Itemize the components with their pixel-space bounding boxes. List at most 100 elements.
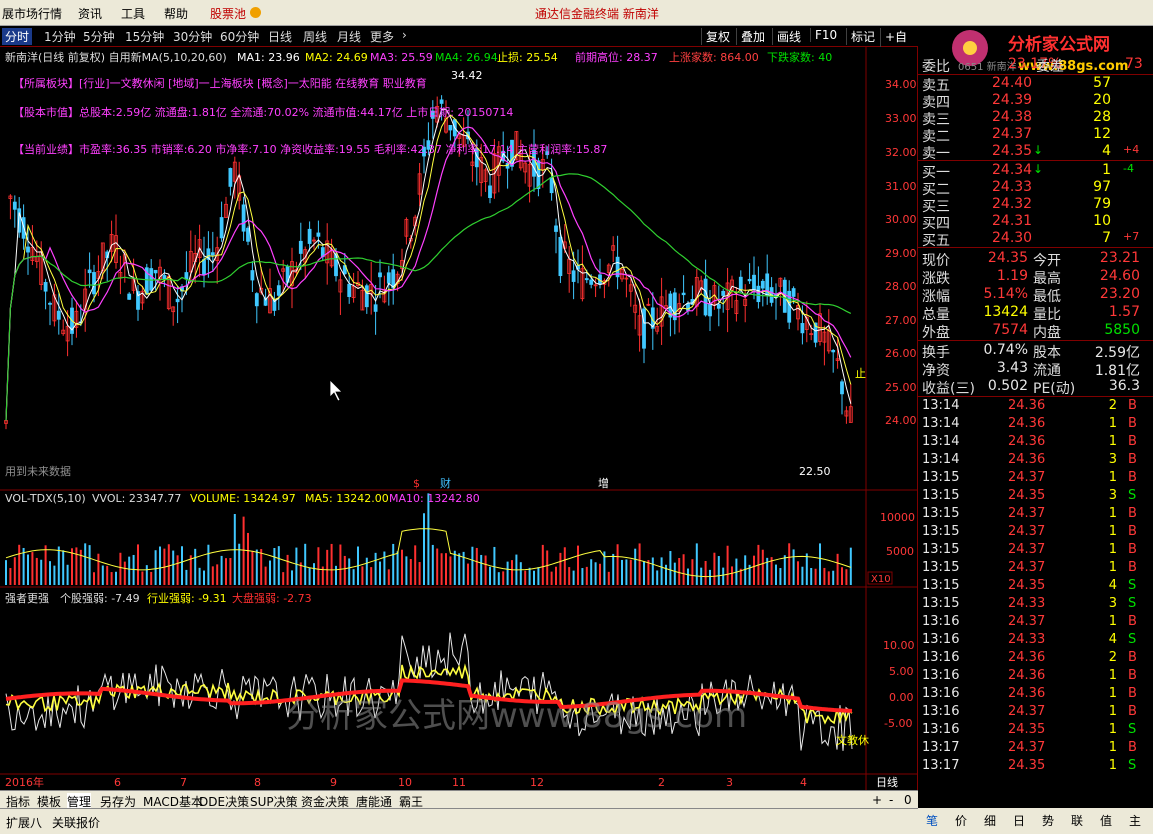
tick-row[interactable]: 13:14 24.36 2 B	[918, 398, 1153, 416]
bid-row[interactable]: 买三 24.32 79	[918, 196, 1153, 215]
ask-row[interactable]: 卖二 24.37 12	[918, 126, 1153, 145]
ask-row[interactable]: 卖一 24.35 ↓ 4 +4	[918, 143, 1153, 162]
tick-side: S	[1128, 488, 1137, 503]
tab-monthly[interactable]: 月线	[337, 28, 361, 45]
candle-body	[386, 272, 391, 284]
x-tick: 3	[726, 776, 733, 789]
x-tick: 4	[800, 776, 807, 789]
tab-1min[interactable]: 1分钟	[44, 28, 76, 45]
tick-row[interactable]: 13:15 24.37 1 B	[918, 470, 1153, 488]
chevron-right-icon[interactable]: ›	[402, 28, 407, 42]
indicator-tabs: 指标 模板 管理 另存为 MACD基本 DDE决策 SUP决策 资金决策 唐能通…	[0, 790, 918, 810]
y-tick: 25.00	[885, 381, 917, 394]
menu-market[interactable]: 展市场行情	[2, 5, 62, 22]
tab-5min[interactable]: 5分钟	[83, 28, 115, 45]
tab-related-quote[interactable]: 关联报价	[52, 814, 100, 831]
tab-daily[interactable]: 日线	[268, 28, 292, 45]
tab-more[interactable]: 更多	[370, 28, 394, 45]
tick-row[interactable]: 13:15 24.37 1 B	[918, 560, 1153, 578]
quote-tab[interactable]: 细	[984, 812, 996, 829]
tick-row[interactable]: 13:15 24.37 1 B	[918, 506, 1153, 524]
tick-row[interactable]: 13:16 24.33 4 S	[918, 632, 1153, 650]
quote-tab[interactable]: 势	[1042, 812, 1054, 829]
ma4-label: MA4: 26.94	[435, 51, 498, 64]
tab-15min[interactable]: 15分钟	[125, 28, 164, 45]
bid-row[interactable]: 买五 24.30 7 +7	[918, 230, 1153, 249]
tick-time: 13:15	[922, 524, 960, 539]
tick-time: 13:15	[922, 578, 960, 593]
tick-time: 13:14	[922, 434, 960, 449]
quote-tab[interactable]: 笔	[926, 812, 938, 829]
tick-row[interactable]: 13:14 24.36 3 B	[918, 452, 1153, 470]
tick-row[interactable]: 13:16 24.37 1 B	[918, 704, 1153, 722]
marker-finance[interactable]: 财	[440, 476, 451, 490]
weibi-label: 委比	[922, 59, 950, 75]
tick-row[interactable]: 13:16 24.36 1 B	[918, 668, 1153, 686]
ask-row[interactable]: 卖四 24.39 20	[918, 92, 1153, 111]
reset-button[interactable]: 0	[904, 793, 912, 807]
watermark: 分析家公式网www.88gs.com	[286, 696, 747, 736]
quote-tab[interactable]: 价	[955, 812, 967, 829]
quote-tab[interactable]: 值	[1100, 812, 1112, 829]
mark-button[interactable]: 标记	[846, 28, 875, 45]
marker-dividend[interactable]: $	[413, 477, 420, 490]
menu-tools[interactable]: 工具	[121, 5, 145, 22]
tick-row[interactable]: 13:16 24.36 2 B	[918, 650, 1153, 668]
y-tick: 27.00	[885, 314, 917, 327]
draw-line-button[interactable]: 画线	[772, 28, 801, 45]
tick-volume: 3	[1108, 488, 1117, 503]
tab-extension-8[interactable]: 扩展八	[6, 814, 42, 831]
f10-button[interactable]: F10	[810, 28, 837, 42]
tab-weekly[interactable]: 周线	[303, 28, 327, 45]
restore-rights-button[interactable]: 复权	[701, 28, 730, 45]
candle-body	[347, 283, 352, 298]
bid-row[interactable]: 买一 24.34 ↓ 1 -4	[918, 162, 1153, 181]
tick-row[interactable]: 13:15 24.35 3 S	[918, 488, 1153, 506]
overlay-button[interactable]: 叠加	[736, 28, 765, 45]
level-price: 24.30	[992, 230, 1033, 246]
menu-news[interactable]: 资讯	[78, 5, 102, 22]
ask-row[interactable]: 卖五 24.40 57	[918, 75, 1153, 94]
period-label[interactable]: 日线	[876, 775, 898, 789]
marker-increase[interactable]: 增	[598, 476, 609, 490]
high-price-label: 34.42	[451, 69, 483, 82]
candle-body	[246, 227, 250, 242]
ma2-label: MA2: 24.69	[305, 51, 368, 64]
candle-body	[202, 259, 206, 275]
bid-row[interactable]: 买二 24.33 97	[918, 179, 1153, 198]
tick-row[interactable]: 13:16 24.36 1 B	[918, 686, 1153, 704]
tick-row[interactable]: 13:17 24.37 1 B	[918, 740, 1153, 758]
tick-row[interactable]: 13:15 24.37 1 B	[918, 524, 1153, 542]
tab-intraday[interactable]: 分时	[2, 28, 33, 45]
quote-tab[interactable]: 联	[1071, 812, 1083, 829]
bid-row[interactable]: 买四 24.31 10	[918, 213, 1153, 232]
menu-help[interactable]: 帮助	[164, 5, 188, 22]
quote-tab[interactable]: 主	[1129, 812, 1141, 829]
ask-row[interactable]: 卖三 24.38 28	[918, 109, 1153, 128]
zoom-in-button[interactable]: +	[872, 793, 882, 807]
tick-volume: 1	[1108, 686, 1117, 701]
stat-value: 0.74%	[983, 342, 1028, 358]
candle-body	[549, 177, 554, 194]
candle-body	[373, 304, 378, 312]
tick-row[interactable]: 13:15 24.35 4 S	[918, 578, 1153, 596]
quote-tab[interactable]: 日	[1013, 812, 1025, 829]
zoom-out-button[interactable]: -	[889, 793, 893, 807]
tick-time: 13:15	[922, 506, 960, 521]
tick-price: 24.37	[1008, 506, 1046, 521]
tick-row[interactable]: 13:14 24.36 1 B	[918, 434, 1153, 452]
tick-row[interactable]: 13:14 24.36 1 B	[918, 416, 1153, 434]
tab-30min[interactable]: 30分钟	[173, 28, 212, 45]
tab-60min[interactable]: 60分钟	[220, 28, 259, 45]
tick-row[interactable]: 13:16 24.35 1 S	[918, 722, 1153, 740]
chart-area[interactable]: 新南洋(日线 前复权) 自用新MA(5,10,20,60) MA1: 23.96…	[0, 47, 918, 790]
tick-row[interactable]: 13:17 24.35 1 S	[918, 758, 1153, 776]
tick-row[interactable]: 13:15 24.33 3 S	[918, 596, 1153, 614]
menu-stock-pool[interactable]: 股票池	[210, 5, 246, 22]
tick-row[interactable]: 13:15 24.37 1 B	[918, 542, 1153, 560]
chart-canvas[interactable]: 新南洋(日线 前复权) 自用新MA(5,10,20,60) MA1: 23.96…	[0, 47, 918, 790]
stock-pool-icon[interactable]	[250, 7, 261, 18]
candle-body	[747, 278, 752, 282]
tick-row[interactable]: 13:16 24.37 1 B	[918, 614, 1153, 632]
weibi-row: 委比 23.17% 委差 73	[918, 56, 1153, 75]
